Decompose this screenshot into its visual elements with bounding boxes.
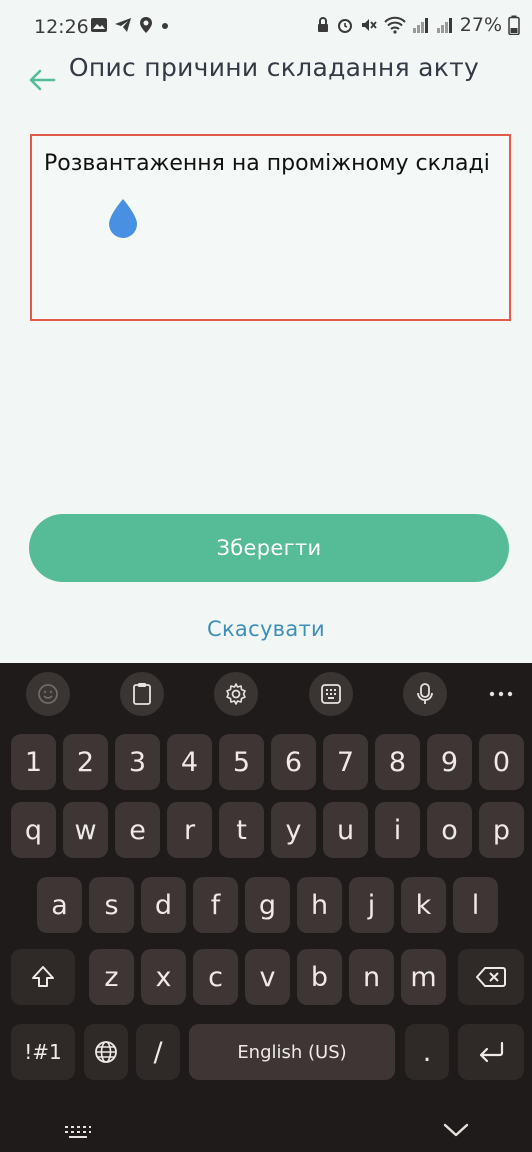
clipboard-icon: [133, 683, 151, 705]
dot-icon: [162, 23, 168, 29]
telegram-icon: [115, 18, 131, 32]
key-u[interactable]: u: [323, 802, 368, 858]
key-o[interactable]: o: [427, 802, 472, 858]
key-a[interactable]: a: [37, 877, 82, 933]
wifi-icon: [384, 16, 406, 34]
navigation-bar: [0, 1102, 532, 1152]
shift-key[interactable]: [11, 949, 75, 1005]
key-9[interactable]: 9: [427, 734, 472, 790]
key-e[interactable]: e: [115, 802, 160, 858]
emoji-button[interactable]: [26, 672, 70, 716]
chevron-down-icon[interactable]: [443, 1122, 469, 1138]
language-key[interactable]: [84, 1024, 128, 1080]
key-j[interactable]: j: [349, 877, 394, 933]
key-4[interactable]: 4: [167, 734, 212, 790]
notification-icons: [90, 16, 170, 34]
alarm-icon: [337, 19, 352, 33]
reason-text-value: Розвантаження на проміжному складі: [44, 151, 490, 176]
period-key[interactable]: .: [405, 1024, 449, 1080]
key-n[interactable]: n: [349, 949, 394, 1005]
slash-key[interactable]: /: [136, 1024, 180, 1080]
key-s[interactable]: s: [89, 877, 134, 933]
key-v[interactable]: v: [245, 949, 290, 1005]
back-button[interactable]: [24, 62, 60, 98]
signal-2-icon: [436, 18, 452, 33]
microphone-icon: [417, 683, 433, 704]
arrow-back-icon: [29, 69, 56, 91]
space-key[interactable]: English (US): [189, 1024, 395, 1080]
settings-button[interactable]: [214, 672, 258, 716]
more-horizontal-icon: [489, 691, 513, 697]
save-button[interactable]: Зберегти: [29, 514, 509, 582]
key-p[interactable]: p: [479, 802, 524, 858]
keyboard-toolbar: [0, 663, 532, 725]
key-l[interactable]: l: [453, 877, 498, 933]
mute-icon: [361, 19, 377, 31]
key-b[interactable]: b: [297, 949, 342, 1005]
key-6[interactable]: 6: [271, 734, 316, 790]
key-k[interactable]: k: [401, 877, 446, 933]
more-options-button[interactable]: [488, 681, 514, 707]
signal-icon: [412, 18, 428, 33]
shift-icon: [32, 966, 54, 987]
key-3[interactable]: 3: [115, 734, 160, 790]
key-0[interactable]: 0: [479, 734, 524, 790]
clipboard-button[interactable]: [120, 672, 164, 716]
globe-icon: [95, 1041, 117, 1063]
gear-icon: [226, 683, 246, 705]
key-q[interactable]: q: [11, 802, 56, 858]
key-7[interactable]: 7: [323, 734, 368, 790]
enter-key[interactable]: [458, 1024, 524, 1080]
text-cursor-handle[interactable]: [107, 197, 139, 239]
page-title: Опис причини складання акту: [68, 53, 480, 82]
key-y[interactable]: y: [271, 802, 316, 858]
key-m[interactable]: m: [401, 949, 446, 1005]
keyboard: 1 2 3 4 5 6 7 8 9 0 q w e r t y u i o p …: [0, 663, 532, 1152]
cancel-button[interactable]: Скасувати: [0, 617, 532, 641]
backspace-icon: [476, 967, 506, 987]
battery-percent: 27%: [459, 14, 502, 36]
enter-icon: [479, 1041, 504, 1063]
key-w[interactable]: w: [63, 802, 108, 858]
key-2[interactable]: 2: [63, 734, 108, 790]
symbols-key[interactable]: !#1: [11, 1024, 75, 1080]
key-g[interactable]: g: [245, 877, 290, 933]
keypad-button[interactable]: [309, 672, 353, 716]
backspace-key[interactable]: [458, 949, 524, 1005]
key-f[interactable]: f: [193, 877, 238, 933]
key-1[interactable]: 1: [11, 734, 56, 790]
status-bar: 12:26 27%: [0, 0, 532, 44]
keypad-icon: [321, 684, 341, 704]
key-8[interactable]: 8: [375, 734, 420, 790]
emoji-icon: [38, 684, 58, 704]
status-time: 12:26: [34, 16, 89, 38]
reason-text-input[interactable]: Розвантаження на проміжному складі: [30, 134, 511, 321]
gallery-icon: [91, 18, 107, 32]
location-icon: [140, 17, 152, 33]
key-r[interactable]: r: [167, 802, 212, 858]
key-h[interactable]: h: [297, 877, 342, 933]
key-c[interactable]: c: [193, 949, 238, 1005]
key-i[interactable]: i: [375, 802, 420, 858]
voice-input-button[interactable]: [403, 672, 447, 716]
key-x[interactable]: x: [141, 949, 186, 1005]
key-t[interactable]: t: [219, 802, 264, 858]
battery-icon: [508, 15, 520, 35]
keyboard-switch-icon[interactable]: [64, 1124, 92, 1140]
key-d[interactable]: d: [141, 877, 186, 933]
system-icons: 27%: [316, 14, 520, 36]
key-z[interactable]: z: [89, 949, 134, 1005]
lock-icon: [317, 17, 328, 32]
key-5[interactable]: 5: [219, 734, 264, 790]
